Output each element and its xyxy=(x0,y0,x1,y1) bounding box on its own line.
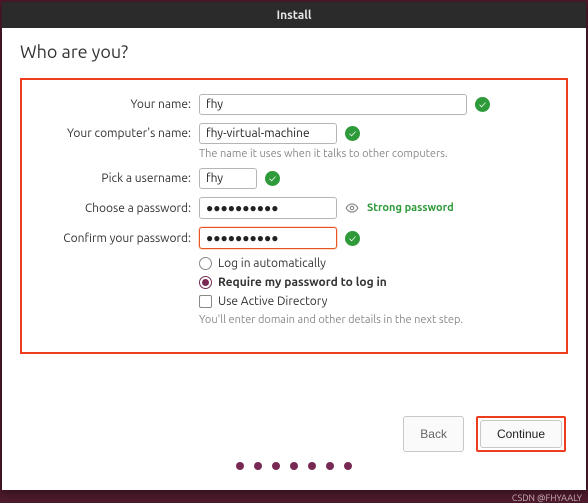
check-icon: ✓ xyxy=(475,97,490,112)
progress-dot xyxy=(254,462,262,470)
radio-icon xyxy=(199,257,212,270)
password-input[interactable]: ●●●●●●●●●● xyxy=(199,197,337,219)
your-name-input[interactable] xyxy=(199,94,467,115)
progress-dot xyxy=(236,462,244,470)
footer-buttons: Back Continue xyxy=(20,408,568,456)
eye-icon[interactable] xyxy=(345,201,359,215)
progress-dot xyxy=(308,462,316,470)
radio-label: Require my password to log in xyxy=(218,276,387,289)
check-icon: ✓ xyxy=(345,126,360,141)
row-password: Choose a password: ●●●●●●●●●● Strong pas… xyxy=(36,197,552,219)
computer-name-input[interactable] xyxy=(199,123,337,144)
label-confirm: Confirm your password: xyxy=(36,232,191,245)
continue-button[interactable]: Continue xyxy=(480,420,562,448)
continue-annotation-box: Continue xyxy=(476,416,566,452)
radio-icon xyxy=(199,276,212,289)
row-your-name: Your name: ✓ xyxy=(36,94,552,115)
checkbox-use-ad[interactable]: Use Active Directory xyxy=(199,295,552,308)
username-input[interactable] xyxy=(199,168,257,189)
password-strength: Strong password xyxy=(367,202,454,214)
page-title: Who are you? xyxy=(20,42,568,62)
row-confirm: Confirm your password: ●●●●●●●●●● ✓ xyxy=(36,227,552,249)
radio-require-password[interactable]: Require my password to log in xyxy=(199,276,552,289)
radio-auto-login[interactable]: Log in automatically xyxy=(199,257,552,270)
computer-name-hint: The name it uses when it talks to other … xyxy=(199,148,552,160)
label-username: Pick a username: xyxy=(36,172,191,185)
label-your-name: Your name: xyxy=(36,98,191,111)
checkbox-label: Use Active Directory xyxy=(218,295,327,308)
check-icon: ✓ xyxy=(265,171,280,186)
radio-label: Log in automatically xyxy=(218,257,326,270)
back-button[interactable]: Back xyxy=(403,416,464,452)
titlebar: Install xyxy=(2,2,586,28)
label-password: Choose a password: xyxy=(36,202,191,215)
form-annotation-box: Your name: ✓ Your computer's name: ✓ The… xyxy=(20,78,568,354)
progress-dots xyxy=(20,456,568,480)
window-title: Install xyxy=(276,9,311,22)
row-username: Pick a username: ✓ xyxy=(36,168,552,189)
check-icon: ✓ xyxy=(345,231,360,246)
confirm-password-input[interactable]: ●●●●●●●●●● xyxy=(199,227,337,249)
ad-hint: You'll enter domain and other details in… xyxy=(199,314,552,326)
checkbox-icon xyxy=(199,295,212,308)
watermark: CSDN @FHYAALY xyxy=(512,493,582,503)
progress-dot xyxy=(272,462,280,470)
progress-dot xyxy=(326,462,334,470)
content-area: Who are you? Your name: ✓ Your computer'… xyxy=(2,28,586,490)
row-computer-name: Your computer's name: ✓ xyxy=(36,123,552,144)
install-window: Install Who are you? Your name: ✓ Your c… xyxy=(2,2,586,490)
progress-dot xyxy=(290,462,298,470)
label-computer-name: Your computer's name: xyxy=(36,127,191,140)
progress-dot xyxy=(344,462,352,470)
